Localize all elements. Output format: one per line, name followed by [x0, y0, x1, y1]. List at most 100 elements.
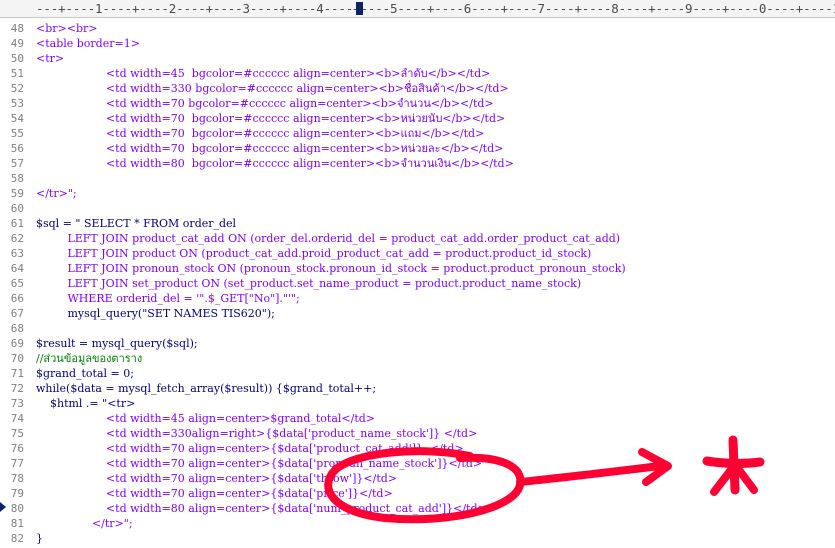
code-text: LEFT JOIN product_cat_add ON (order_del.… — [36, 232, 621, 245]
line-number: 56 — [10, 142, 24, 155]
line-number: 59 — [10, 187, 24, 200]
code-text: <td width=330 bgcolor=#cccccc align=cent… — [36, 82, 509, 95]
line-number: 69 — [10, 337, 24, 350]
line-number: 63 — [10, 247, 24, 260]
line-number: 53 — [10, 97, 24, 110]
line-number: 75 — [10, 427, 24, 440]
code-text: <td width=80 align=center>{$data['num_pr… — [36, 502, 487, 515]
ruler-text: ---+----1----+----2----+----3----+----4-… — [36, 1, 835, 16]
code-line[interactable]: 77 <td width=70 align=center>{$data['pro… — [0, 456, 835, 471]
code-line[interactable]: 64 LEFT JOIN pronoun_stock ON (pronoun_s… — [0, 261, 835, 276]
code-text: </tr>"; — [36, 187, 77, 200]
code-line[interactable]: 55 <td width=70 bgcolor=#cccccc align=ce… — [0, 126, 835, 141]
code-line[interactable]: 79 <td width=70 align=center>{$data['pri… — [0, 486, 835, 501]
line-number: 79 — [10, 487, 24, 500]
code-text: <td width=330align=right>{$data['product… — [36, 427, 478, 440]
code-text: <td width=45 bgcolor=#cccccc align=cente… — [36, 67, 491, 80]
code-line[interactable]: 48 <br><br> — [0, 21, 835, 36]
code-line[interactable]: 56 <td width=70 bgcolor=#cccccc align=ce… — [0, 141, 835, 156]
code-text: </tr>"; — [36, 517, 133, 530]
code-text: <td width=70 bgcolor=#cccccc align=cente… — [36, 97, 494, 110]
code-text: $html .= "<tr> — [36, 397, 136, 410]
code-line[interactable]: 67 mysql_query("SET NAMES TIS620"); — [0, 306, 835, 321]
code-line[interactable]: 65 LEFT JOIN set_product ON (set_product… — [0, 276, 835, 291]
code-text: LEFT JOIN pronoun_stock ON (pronoun_stoc… — [36, 262, 626, 275]
code-line[interactable]: 58 — [0, 171, 835, 186]
code-text: <td width=70 align=center>{$data['throw'… — [36, 472, 398, 485]
code-text: <td width=70 align=center>{$data['pronou… — [36, 457, 483, 470]
code-line[interactable]: 82} — [0, 531, 835, 546]
code-text: <td width=70 bgcolor=#cccccc align=cente… — [36, 142, 504, 155]
code-text: LEFT JOIN product ON (product_cat_add.pr… — [36, 247, 592, 260]
code-line[interactable]: 74 <td width=45 align=center>$grand_tota… — [0, 411, 835, 426]
code-line[interactable]: 57 <td width=80 bgcolor=#cccccc align=ce… — [0, 156, 835, 171]
code-line[interactable]: 49 <table border=1> — [0, 36, 835, 51]
line-number: 52 — [10, 82, 24, 95]
code-text: <td width=45 align=center>$grand_total</… — [36, 412, 376, 425]
code-line[interactable]: 61 $sql = " SELECT * FROM order_del — [0, 216, 835, 231]
code-line[interactable]: 73 $html .= "<tr> — [0, 396, 835, 411]
line-number: 55 — [10, 127, 24, 140]
code-line[interactable]: 60 — [0, 201, 835, 216]
bookmark-arrow-icon — [0, 502, 6, 512]
code-text: <td width=70 bgcolor=#cccccc align=cente… — [36, 127, 485, 140]
code-editor[interactable]: 48 <br><br> 49 <table border=1> 50 <tr> 51 <td… — [0, 18, 835, 548]
line-number: 81 — [10, 517, 24, 530]
line-number: 48 — [10, 22, 24, 35]
code-text: WHERE orderid_del = '".$_GET["No"]."'"; — [36, 292, 300, 305]
code-text: <br><br> — [36, 22, 98, 35]
code-line[interactable]: 72 while($data = mysql_fetch_array($resul… — [0, 381, 835, 396]
line-number: 57 — [10, 157, 24, 170]
code-line[interactable]: 52 <td width=330 bgcolor=#cccccc align=c… — [0, 81, 835, 96]
code-text: <td width=70 align=center>{$data['price'… — [36, 487, 393, 500]
line-number: 73 — [10, 397, 24, 410]
code-text: while($data = mysql_fetch_array($result)… — [36, 382, 377, 395]
line-number: 65 — [10, 277, 24, 290]
code-text: <td width=70 bgcolor=#cccccc align=cente… — [36, 112, 506, 125]
line-number: 49 — [10, 37, 24, 50]
code-line[interactable]: 80 <td width=80 align=center>{$data['num… — [0, 501, 835, 516]
code-line[interactable]: 54 <td width=70 bgcolor=#cccccc align=ce… — [0, 111, 835, 126]
line-number: 51 — [10, 67, 24, 80]
code-text: <td width=80 bgcolor=#cccccc align=cente… — [36, 157, 514, 170]
line-number: 50 — [10, 52, 24, 65]
code-text: <tr> — [36, 52, 65, 65]
code-line[interactable]: 63 LEFT JOIN product ON (product_cat_add… — [0, 246, 835, 261]
code-text: <td width=70 align=center>{$data['produc… — [36, 442, 464, 455]
line-number: 78 — [10, 472, 24, 485]
code-line[interactable]: 71 $grand_total = 0; — [0, 366, 835, 381]
code-text: $grand_total = 0; — [36, 367, 134, 380]
code-line[interactable]: 81 </tr>"; — [0, 516, 835, 531]
code-text: LEFT JOIN set_product ON (set_product.se… — [36, 277, 582, 290]
code-line[interactable]: 75 <td width=330align=right>{$data['prod… — [0, 426, 835, 441]
code-line[interactable]: 68 — [0, 321, 835, 336]
code-line[interactable]: 78 <td width=70 align=center>{$data['thr… — [0, 471, 835, 486]
code-line[interactable]: 69 $result = mysql_query($sql); — [0, 336, 835, 351]
code-line[interactable]: 70 //ส่วนข้อมูลของตาราง — [0, 351, 835, 366]
column-ruler: ---+----1----+----2----+----3----+----4-… — [0, 0, 835, 18]
line-number: 72 — [10, 382, 24, 395]
line-number: 68 — [10, 322, 24, 335]
line-number: 64 — [10, 262, 24, 275]
code-line[interactable]: 62 LEFT JOIN product_cat_add ON (order_d… — [0, 231, 835, 246]
code-line[interactable]: 51 <td width=45 bgcolor=#cccccc align=ce… — [0, 66, 835, 81]
code-line[interactable]: 59 </tr>"; — [0, 186, 835, 201]
code-text: //ส่วนข้อมูลของตาราง — [36, 352, 143, 365]
code-line[interactable]: 66 WHERE orderid_del = '".$_GET["No"]."'… — [0, 291, 835, 306]
line-number: 77 — [10, 457, 24, 470]
line-number: 58 — [10, 172, 24, 185]
line-number: 67 — [10, 307, 24, 320]
code-text: $sql = " SELECT * FROM order_del — [36, 217, 237, 230]
code-text: $result = mysql_query($sql); — [36, 337, 198, 350]
line-number: 66 — [10, 292, 24, 305]
code-line[interactable]: 50 <tr> — [0, 51, 835, 66]
code-text: mysql_query("SET NAMES TIS620"); — [36, 307, 275, 320]
code-line[interactable]: 53 <td width=70 bgcolor=#cccccc align=ce… — [0, 96, 835, 111]
line-number: 70 — [10, 352, 24, 365]
line-number: 60 — [10, 202, 24, 215]
code-line[interactable]: 76 <td width=70 align=center>{$data['pro… — [0, 441, 835, 456]
line-number: 61 — [10, 217, 24, 230]
line-number: 76 — [10, 442, 24, 455]
line-number: 54 — [10, 112, 24, 125]
code-text: } — [36, 532, 43, 545]
